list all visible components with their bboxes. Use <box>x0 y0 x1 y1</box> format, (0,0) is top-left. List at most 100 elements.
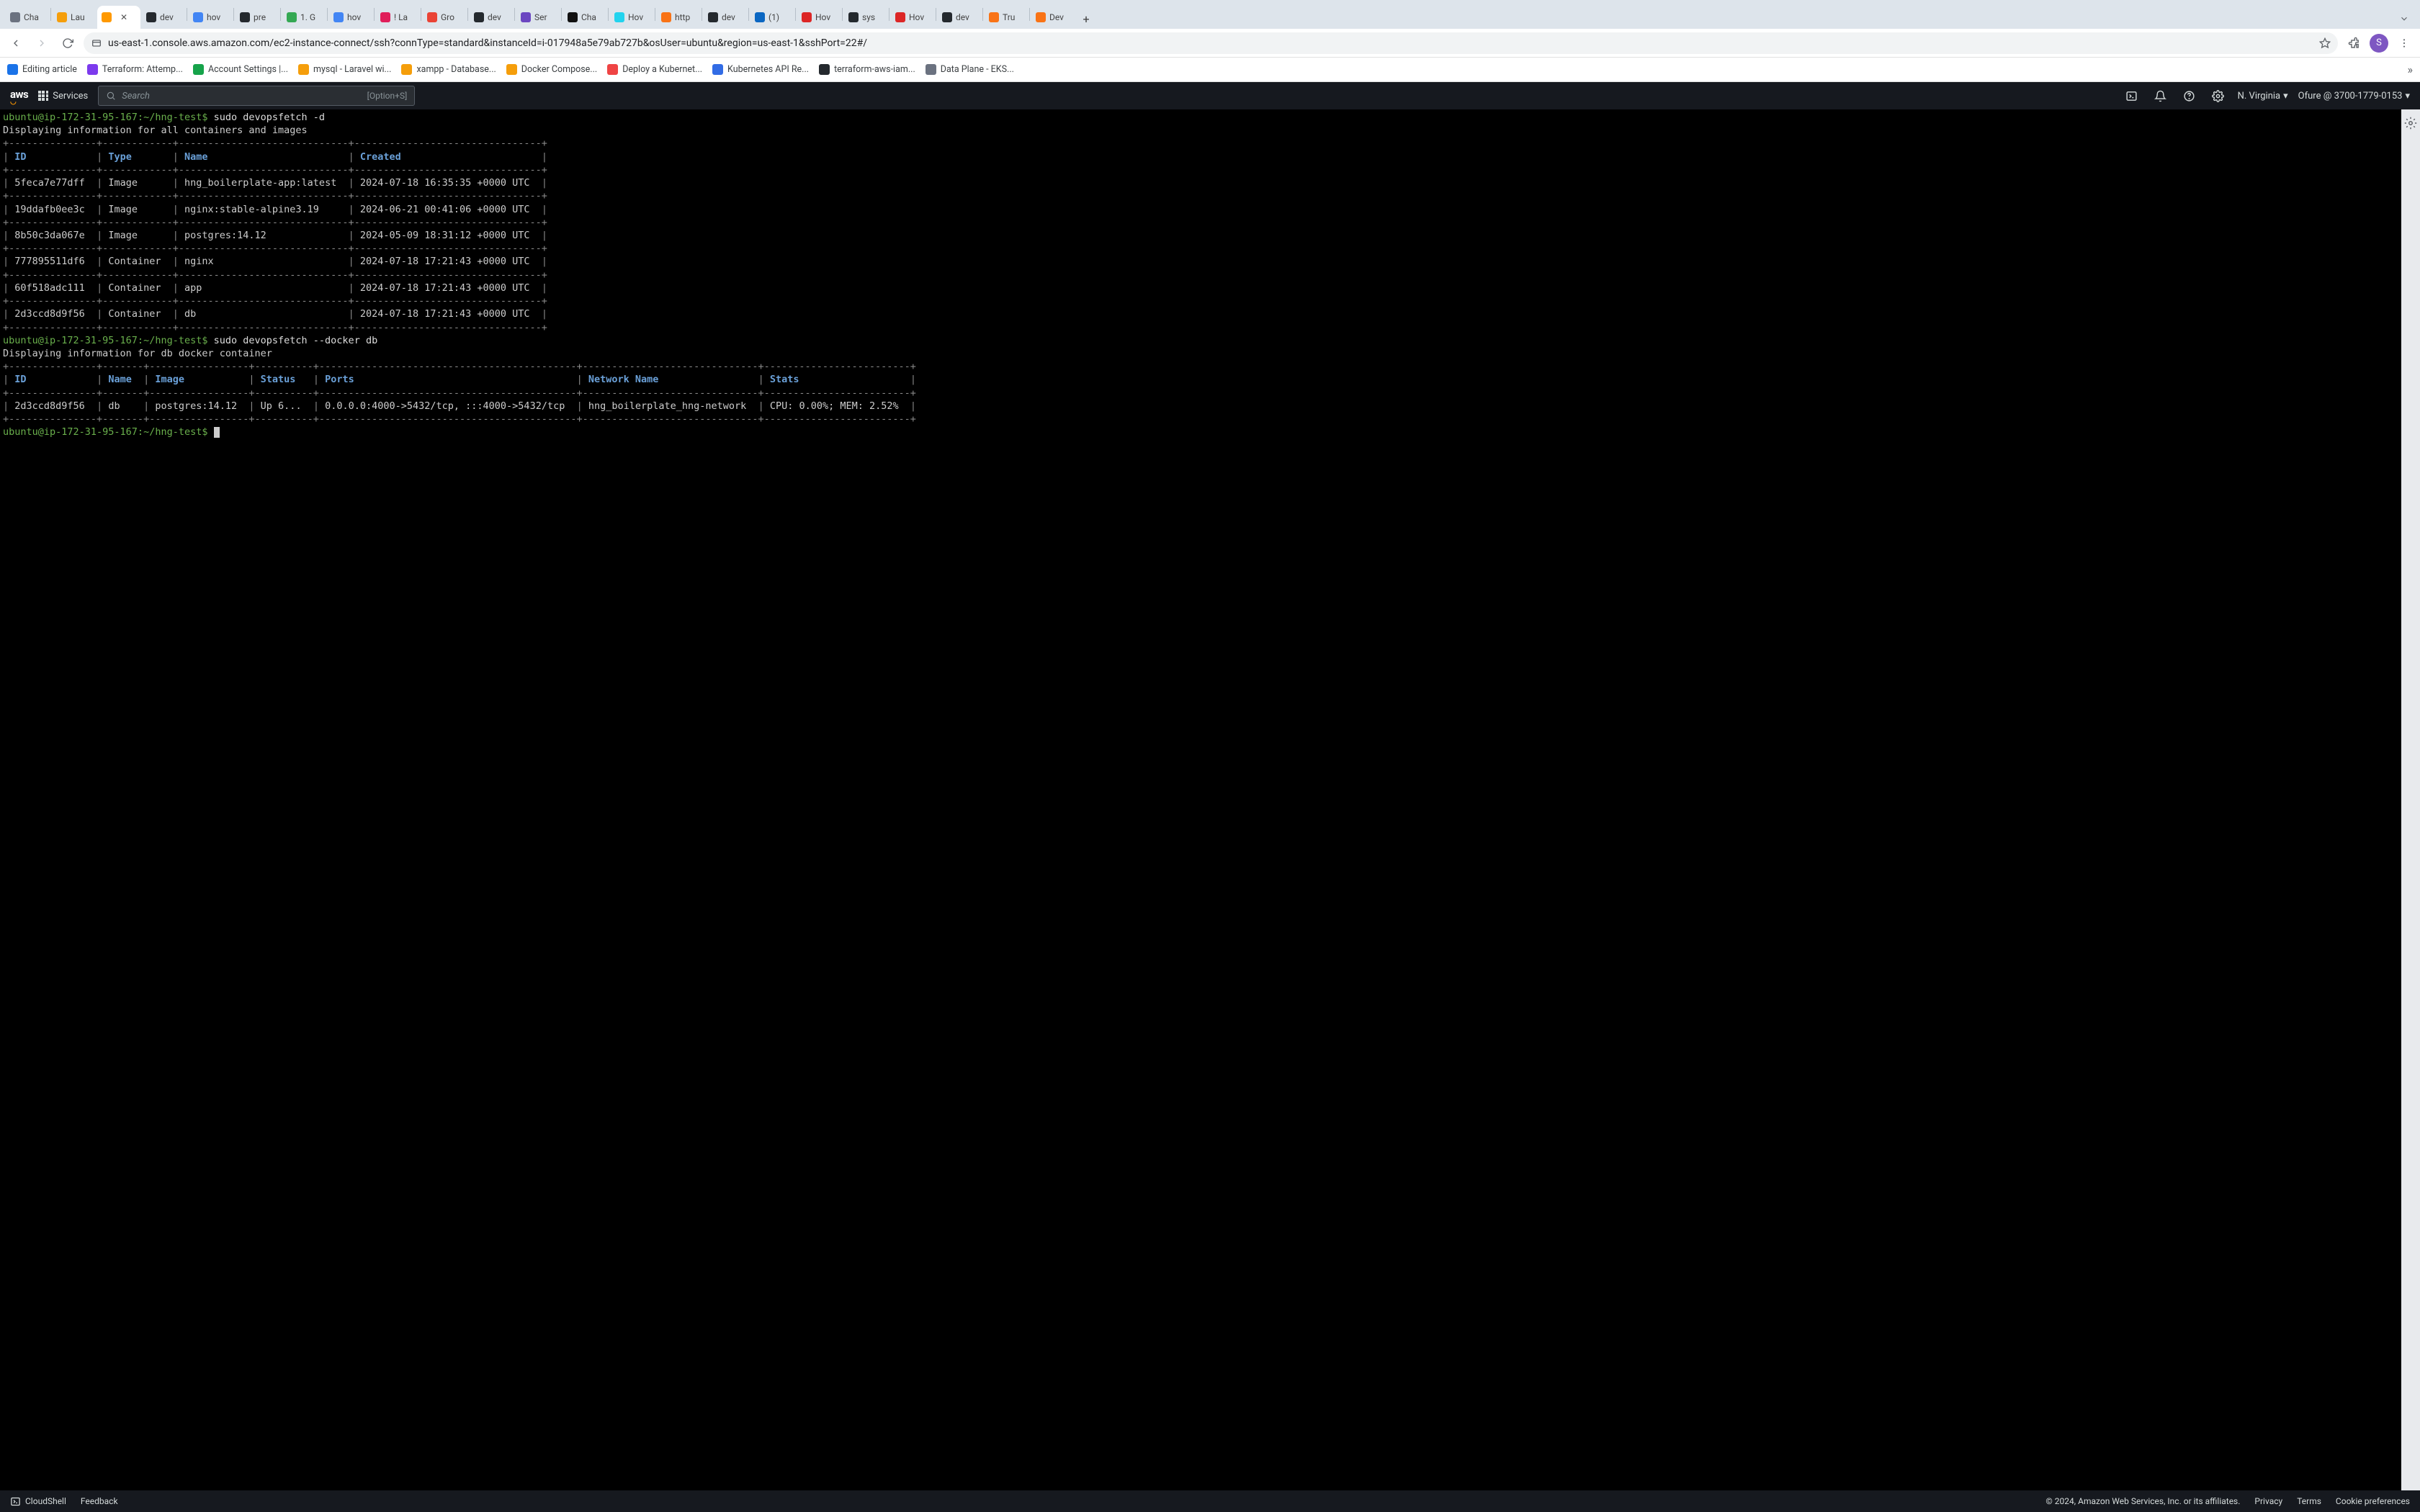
tab-favicon <box>427 12 437 22</box>
tab-favicon <box>1036 12 1046 22</box>
bookmark-item[interactable]: Data Plane - EKS... <box>926 64 1014 75</box>
bookmark-favicon <box>819 64 830 75</box>
tab-favicon <box>102 12 112 22</box>
terminal[interactable]: ubuntu@ip-172-31-95-167:~/hng-test$ sudo… <box>0 109 2401 1490</box>
help-icon[interactable] <box>2180 86 2199 105</box>
tab-title: Gro <box>441 12 454 22</box>
chrome-menu-icon[interactable] <box>2394 33 2414 53</box>
bookmark-label: Deploy a Kubernet... <box>622 64 702 75</box>
privacy-link[interactable]: Privacy <box>2254 1496 2282 1506</box>
reload-button[interactable] <box>58 33 78 53</box>
bookmark-label: Data Plane - EKS... <box>941 64 1014 75</box>
bookmarks-bar: Editing article Terraform: Attemp... Accou… <box>0 58 2420 82</box>
bookmark-label: xampp - Database... <box>416 64 496 75</box>
browser-tab[interactable]: Lau <box>53 6 96 29</box>
tab-favicon <box>57 12 67 22</box>
terminal-settings-icon[interactable] <box>2404 117 2417 130</box>
browser-tab[interactable]: dev <box>142 6 185 29</box>
bookmark-item[interactable]: mysql - Laravel wi... <box>298 64 391 75</box>
browser-tab[interactable]: (1) <box>750 6 794 29</box>
tab-title: Ser <box>534 12 547 22</box>
tab-favicon <box>708 12 718 22</box>
bookmark-favicon <box>298 64 309 75</box>
bookmark-favicon <box>926 64 936 75</box>
tab-title: 1. G <box>300 12 315 22</box>
extensions-icon[interactable] <box>2344 33 2364 53</box>
browser-tab[interactable]: Hov <box>797 6 841 29</box>
browser-tab[interactable]: Hov <box>610 6 653 29</box>
browser-tab[interactable]: 1. G <box>282 6 326 29</box>
tab-title: hov <box>347 12 361 22</box>
browser-tab[interactable]: sys <box>844 6 887 29</box>
settings-icon[interactable] <box>2209 86 2228 105</box>
bookmark-label: mysql - Laravel wi... <box>313 64 391 75</box>
browser-tab[interactable]: dev <box>470 6 513 29</box>
bookmark-item[interactable]: Account Settings |... <box>193 64 288 75</box>
browser-tab[interactable]: ! La <box>376 6 419 29</box>
bookmark-item[interactable]: Docker Compose... <box>506 64 597 75</box>
browser-tab[interactable]: dev <box>938 6 981 29</box>
bookmark-favicon <box>607 64 618 75</box>
bookmark-item[interactable]: Terraform: Attemp... <box>87 64 183 75</box>
browser-tab[interactable]: Gro <box>423 6 466 29</box>
browser-tab[interactable]: Tru <box>985 6 1028 29</box>
bookmark-item[interactable]: Editing article <box>7 64 77 75</box>
tab-favicon <box>614 12 624 22</box>
tab-title: dev <box>722 12 735 22</box>
search-shortcut-hint: [Option+S] <box>367 91 408 101</box>
site-info-icon[interactable] <box>91 37 102 49</box>
forward-button[interactable] <box>32 33 52 53</box>
tab-favicon <box>661 12 671 22</box>
bookmark-star-icon[interactable] <box>2319 37 2331 49</box>
browser-tab[interactable]: Cha <box>6 6 49 29</box>
bookmark-favicon <box>712 64 723 75</box>
bookmark-item[interactable]: Deploy a Kubernet... <box>607 64 702 75</box>
browser-tab[interactable]: Ser <box>516 6 560 29</box>
tab-title: Tru <box>1003 12 1015 22</box>
tab-list-button[interactable] <box>2394 9 2414 29</box>
region-selector[interactable]: N. Virginia ▾ <box>2238 91 2288 102</box>
new-tab-button[interactable]: + <box>1076 9 1096 29</box>
aws-footer: CloudShell Feedback © 2024, Amazon Web S… <box>0 1490 2420 1512</box>
cloudshell-link[interactable]: CloudShell <box>10 1496 66 1507</box>
back-button[interactable] <box>6 33 26 53</box>
tab-favicon <box>287 12 297 22</box>
close-icon[interactable]: ✕ <box>119 12 129 22</box>
tab-favicon <box>146 12 156 22</box>
browser-tab[interactable]: pre <box>236 6 279 29</box>
bookmark-item[interactable]: Kubernetes API Re... <box>712 64 809 75</box>
feedback-link[interactable]: Feedback <box>81 1496 118 1506</box>
address-bar[interactable]: us-east-1.console.aws.amazon.com/ec2-ins… <box>84 32 2338 54</box>
browser-tab[interactable]: Cha <box>563 6 606 29</box>
browser-tab[interactable]: hov <box>189 6 232 29</box>
profile-avatar[interactable]: S <box>2370 34 2388 53</box>
tab-favicon <box>380 12 390 22</box>
bookmark-item[interactable]: xampp - Database... <box>401 64 496 75</box>
services-grid-icon <box>38 91 48 101</box>
cookie-link[interactable]: Cookie preferences <box>2336 1496 2410 1506</box>
browser-tab[interactable]: hov <box>329 6 372 29</box>
tab-title: Hov <box>815 12 830 22</box>
browser-tab[interactable]: http <box>657 6 700 29</box>
bookmark-item[interactable]: terraform-aws-iam... <box>819 64 915 75</box>
aws-search-input[interactable]: Search [Option+S] <box>98 86 415 106</box>
account-menu[interactable]: Ofure @ 3700-1779-0153 ▾ <box>2298 91 2410 102</box>
search-icon <box>106 91 116 101</box>
tab-title: dev <box>956 12 969 22</box>
bookmark-label: Account Settings |... <box>208 64 288 75</box>
browser-tab[interactable]: dev <box>704 6 747 29</box>
bookmarks-overflow-icon[interactable]: » <box>2408 63 2414 76</box>
browser-tab[interactable]: ✕ <box>97 6 140 29</box>
tab-title: Cha <box>581 12 596 22</box>
tab-title: dev <box>160 12 174 22</box>
browser-tab[interactable]: Dev <box>1031 6 1075 29</box>
terms-link[interactable]: Terms <box>2297 1496 2321 1506</box>
bookmark-favicon <box>401 64 412 75</box>
cloudshell-icon[interactable] <box>2123 86 2141 105</box>
notifications-icon[interactable] <box>2151 86 2170 105</box>
browser-tab[interactable]: Hov <box>891 6 934 29</box>
aws-logo[interactable]: aws◡ <box>10 88 28 104</box>
services-menu[interactable]: Services <box>38 91 88 102</box>
tab-title: ! La <box>394 12 408 22</box>
bookmark-label: Terraform: Attemp... <box>102 64 183 75</box>
